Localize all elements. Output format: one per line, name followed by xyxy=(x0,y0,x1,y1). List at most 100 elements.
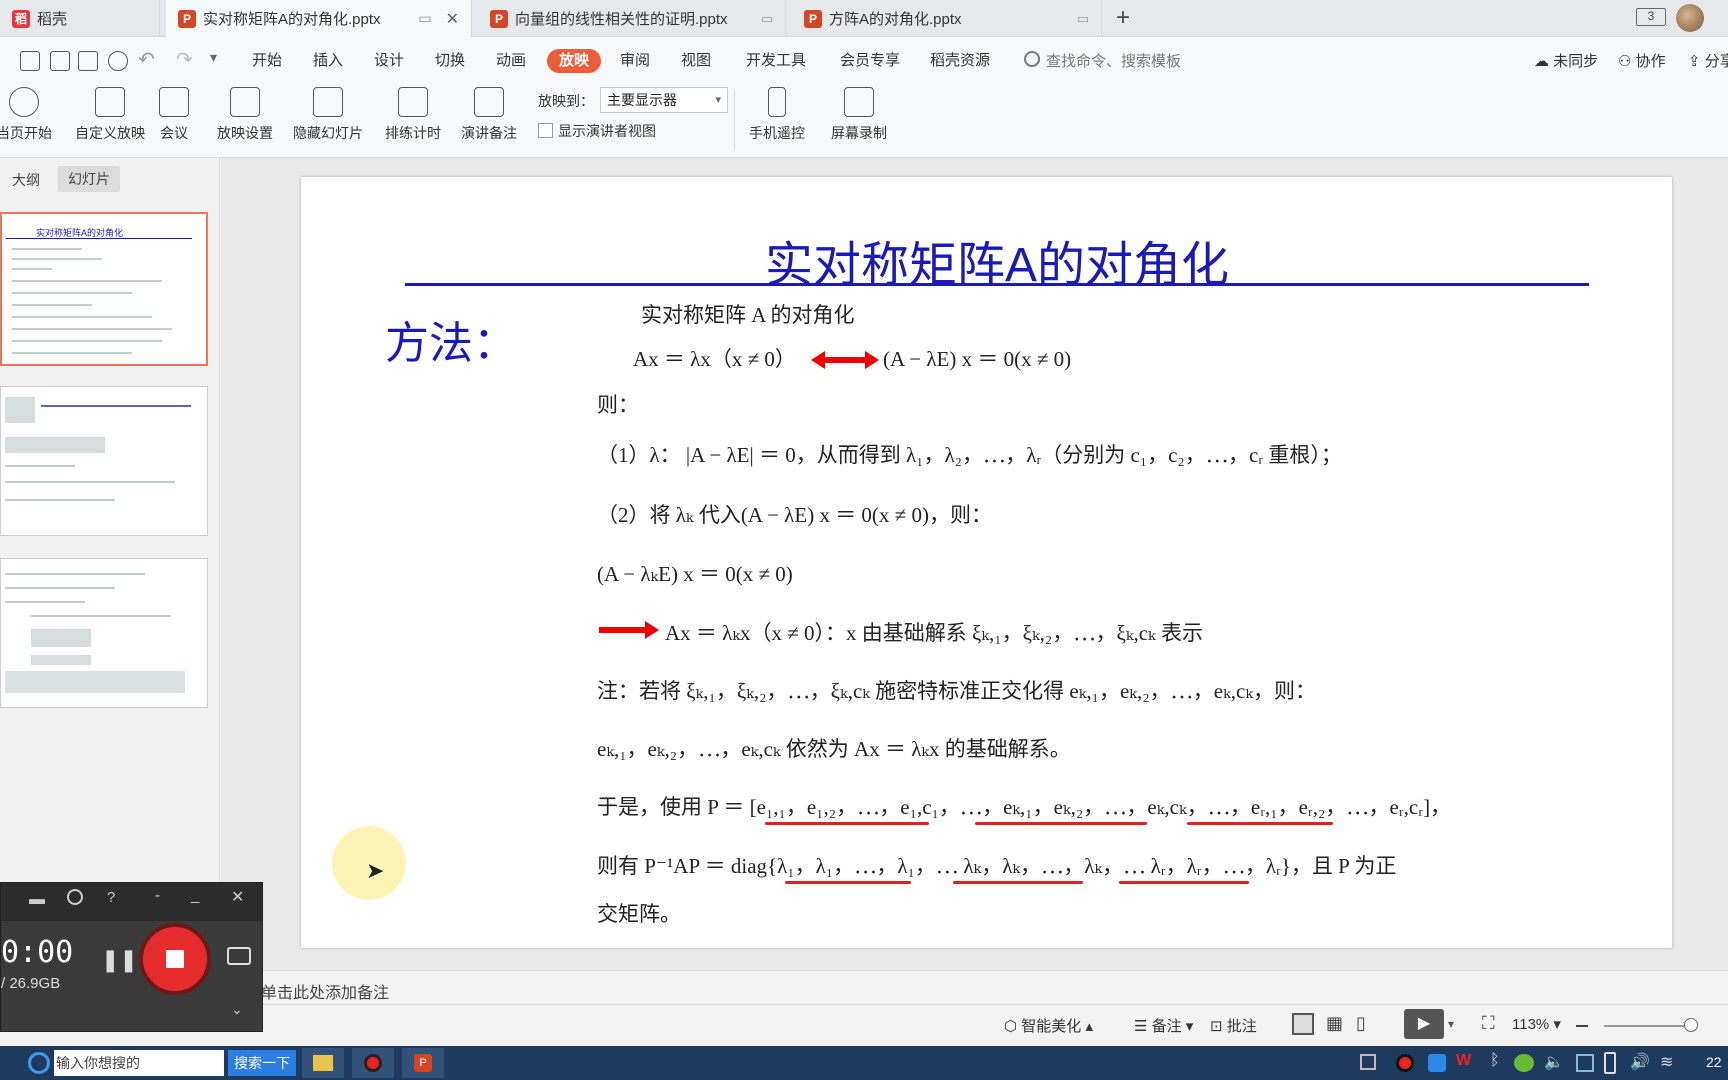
slide-thumbnail-3[interactable] xyxy=(0,558,208,708)
close-icon[interactable]: ✕ xyxy=(446,9,459,29)
chevron-down-icon[interactable]: ▾ xyxy=(1448,1017,1454,1031)
volume-icon[interactable]: 🔊 xyxy=(1630,1052,1650,1072)
new-tab-button[interactable]: + xyxy=(1116,4,1130,32)
tray-network-icon[interactable] xyxy=(1576,1054,1594,1072)
collapse-icon[interactable]: - xyxy=(155,887,160,904)
collaborate-button[interactable]: ⚇ 协作 xyxy=(1618,50,1666,71)
help-icon[interactable]: ? xyxy=(107,889,115,906)
tray-record-icon[interactable] xyxy=(1396,1054,1414,1072)
stop-recording-button[interactable] xyxy=(139,923,211,995)
clock-icon[interactable] xyxy=(67,889,83,905)
hide-slide-button[interactable]: 隐藏幻灯片 xyxy=(290,87,366,143)
zoom-out-button[interactable] xyxy=(1576,1025,1588,1027)
camera-icon[interactable] xyxy=(227,947,251,965)
menu-member[interactable]: 会员专享 xyxy=(830,49,910,73)
slide-sorter-icon[interactable]: ▦ xyxy=(1326,1013,1343,1034)
keyboard-icon[interactable] xyxy=(1360,1054,1376,1070)
smart-beautify-button[interactable]: ⬡ 智能美化 ▴ xyxy=(1004,1015,1093,1036)
comment-button[interactable]: ⊡ 批注 xyxy=(1210,1015,1257,1036)
menu-docer-resources[interactable]: 稻壳资源 xyxy=(920,49,1000,73)
tab-current-document[interactable]: P 实对称矩阵A的对角化.pptx ▭ ✕ xyxy=(166,0,472,37)
presenter-view-checkbox[interactable] xyxy=(538,123,553,138)
share-button[interactable]: ⇪ 分享 xyxy=(1688,50,1728,71)
tab-docer[interactable]: 稻 稻壳 xyxy=(0,0,160,37)
wifi-icon[interactable]: ≋ xyxy=(1660,1052,1673,1072)
tab-outline[interactable]: 大纲 xyxy=(8,168,44,192)
video-camera-icon xyxy=(159,87,189,117)
export-icon[interactable] xyxy=(50,51,70,71)
stop-icon xyxy=(166,950,184,968)
taskbar-recorder[interactable] xyxy=(352,1048,394,1078)
menu-home[interactable]: 开始 xyxy=(242,49,292,73)
show-settings-button[interactable]: 放映设置 xyxy=(208,87,282,143)
normal-view-icon[interactable] xyxy=(1292,1013,1314,1035)
undo-icon[interactable]: ↶ xyxy=(138,47,155,72)
zoom-slider-track[interactable] xyxy=(1604,1025,1694,1027)
print-icon[interactable] xyxy=(78,51,98,71)
phone-remote-button[interactable]: 手机遥控 xyxy=(744,87,810,143)
save-icon[interactable] xyxy=(20,51,40,71)
current-slide[interactable]: 实对称矩阵A的对角化 方法： 实对称矩阵 A 的对角化 Ax ＝ λx（x ≠ … xyxy=(301,177,1672,948)
taskbar-search-input[interactable]: 输入你想搜的 xyxy=(54,1050,224,1076)
menu-design[interactable]: 设计 xyxy=(364,49,414,73)
chevron-down-icon[interactable]: ▾ xyxy=(210,49,217,66)
menu-transition[interactable]: 切换 xyxy=(425,49,475,73)
tab-slides[interactable]: 幻灯片 xyxy=(58,166,120,192)
close-icon[interactable]: ✕ xyxy=(231,887,244,907)
play-circle-icon xyxy=(9,87,39,117)
recording-time: 0:00 xyxy=(1,935,74,970)
tab-document-2[interactable]: P 向量组的线性相关性的证明.pptx ▭ xyxy=(478,0,786,37)
tray-app-icon[interactable] xyxy=(1428,1054,1446,1072)
rehearse-timing-button[interactable]: 排练计时 xyxy=(376,87,450,143)
share-icon: ⇪ xyxy=(1688,53,1705,70)
taskbar-search-button[interactable]: 搜索一下 xyxy=(228,1050,296,1076)
slide-thumbnail-1[interactable]: 实对称矩阵A的对角化 xyxy=(0,212,208,366)
menu-developer[interactable]: 开发工具 xyxy=(736,49,816,73)
cloud-icon: ☁ xyxy=(1534,53,1554,70)
chevron-down-icon[interactable]: ⌄ xyxy=(231,1001,243,1018)
pin-icon[interactable]: ▭ xyxy=(1077,11,1089,27)
ie-icon[interactable] xyxy=(28,1052,50,1074)
notes-pane[interactable]: 单击此处添加备注 xyxy=(221,970,1728,1004)
zoom-level[interactable]: 113% ▾ xyxy=(1512,1015,1561,1033)
sync-status[interactable]: ☁ 未同步 xyxy=(1534,50,1598,71)
speaker-icon[interactable]: 🔈 xyxy=(1544,1052,1564,1072)
zoom-slider-handle[interactable] xyxy=(1684,1018,1698,1032)
reading-view-icon[interactable]: ▯ xyxy=(1356,1013,1366,1034)
fit-window-icon[interactable]: ⛶ xyxy=(1482,1013,1495,1034)
taskbar-explorer[interactable] xyxy=(302,1048,344,1078)
notes-placeholder: 单击此处添加备注 xyxy=(261,985,390,1002)
menu-animation[interactable]: 动画 xyxy=(486,49,536,73)
window-count-badge[interactable]: 3 xyxy=(1636,8,1666,26)
custom-show-button[interactable]: 自定义放映 xyxy=(70,87,150,143)
bluetooth-icon[interactable]: ᛒ xyxy=(1490,1052,1500,1070)
play-button[interactable]: ▶ xyxy=(1404,1009,1444,1039)
minimize-icon[interactable]: _ xyxy=(191,887,199,904)
meeting-button[interactable]: 会议 xyxy=(156,87,192,143)
battery-icon[interactable] xyxy=(1604,1052,1616,1074)
redo-icon[interactable]: ↷ xyxy=(176,47,193,72)
pin-icon[interactable]: ▭ xyxy=(418,10,431,27)
folder-icon[interactable]: ▬ xyxy=(29,891,45,909)
menu-review[interactable]: 审阅 xyxy=(610,49,660,73)
wps-tray-icon[interactable]: W xyxy=(1456,1052,1471,1070)
ribbon-toolbar: 当页开始 自定义放映 会议 放映设置 隐藏幻灯片 排练计时 演讲备注 放映到： … xyxy=(0,83,1728,158)
avatar[interactable] xyxy=(1676,4,1704,32)
menu-slideshow[interactable]: 放映 xyxy=(547,49,602,73)
notes-toggle-button[interactable]: ☰ 备注 ▾ xyxy=(1134,1015,1193,1036)
menu-insert[interactable]: 插入 xyxy=(303,49,353,73)
screen-record-button[interactable]: 屏幕录制 xyxy=(826,87,892,143)
pin-icon[interactable]: ▭ xyxy=(761,11,773,27)
preview-icon[interactable] xyxy=(108,51,128,71)
pause-icon[interactable]: ❚❚ xyxy=(101,947,138,973)
speaker-notes-button[interactable]: 演讲备注 xyxy=(456,87,522,143)
display-select[interactable]: 主要显示器 ▾ xyxy=(600,87,728,113)
from-current-slide-button[interactable]: 当页开始 xyxy=(0,87,54,143)
beautify-icon: ⬡ xyxy=(1004,1018,1022,1035)
taskbar-wps[interactable]: P xyxy=(402,1048,444,1078)
menu-view[interactable]: 视图 xyxy=(671,49,721,73)
tab-document-3[interactable]: P 方阵A的对角化.pptx ▭ xyxy=(792,0,1102,37)
command-search-input[interactable]: 查找命令、搜索模板 xyxy=(1046,50,1181,71)
tray-green-icon[interactable] xyxy=(1514,1054,1534,1072)
slide-thumbnail-2[interactable] xyxy=(0,386,208,536)
